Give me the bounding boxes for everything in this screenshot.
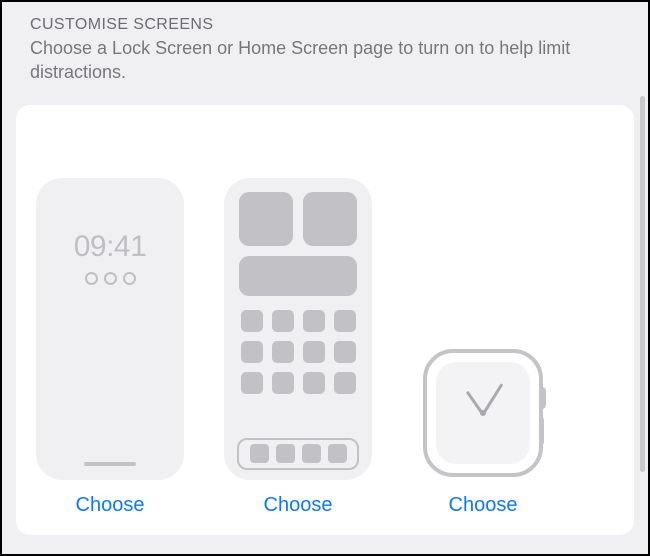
home-indicator-icon (84, 462, 136, 466)
home-screen-preview-icon[interactable] (224, 178, 372, 480)
home-screen-option: Choose (224, 178, 372, 517)
choose-lock-screen-button[interactable]: Choose (76, 494, 145, 517)
widget-icon (239, 192, 293, 246)
watch-face-icon (436, 362, 530, 464)
watch-option: Choose (412, 346, 554, 517)
watch-center-icon (480, 410, 486, 416)
lock-screen-option: 09:41 Choose (36, 178, 184, 517)
watch-crown-icon (539, 387, 546, 409)
screens-row: 09:41 Choose (36, 145, 614, 517)
app-grid-icon (241, 310, 356, 394)
dock-icon (237, 438, 359, 470)
lock-screen-time: 09:41 (74, 230, 147, 264)
choose-watch-button[interactable]: Choose (449, 494, 518, 517)
widget-icon (303, 192, 357, 246)
watch-preview-icon[interactable] (412, 346, 554, 480)
screens-panel: 09:41 Choose (16, 105, 634, 535)
scrollbar[interactable] (640, 96, 645, 472)
section-description: Choose a Lock Screen or Home Screen page… (30, 36, 620, 85)
watch-side-button-icon (539, 417, 544, 445)
lock-screen-widgets-icon (85, 272, 136, 285)
section-header: CUSTOMISE SCREENS Choose a Lock Screen o… (2, 2, 648, 95)
wide-widget-icon (239, 256, 357, 296)
lock-screen-preview-icon[interactable]: 09:41 (36, 178, 184, 480)
section-title: CUSTOMISE SCREENS (30, 16, 620, 34)
widget-row-icon (239, 192, 357, 246)
choose-home-screen-button[interactable]: Choose (264, 494, 333, 517)
